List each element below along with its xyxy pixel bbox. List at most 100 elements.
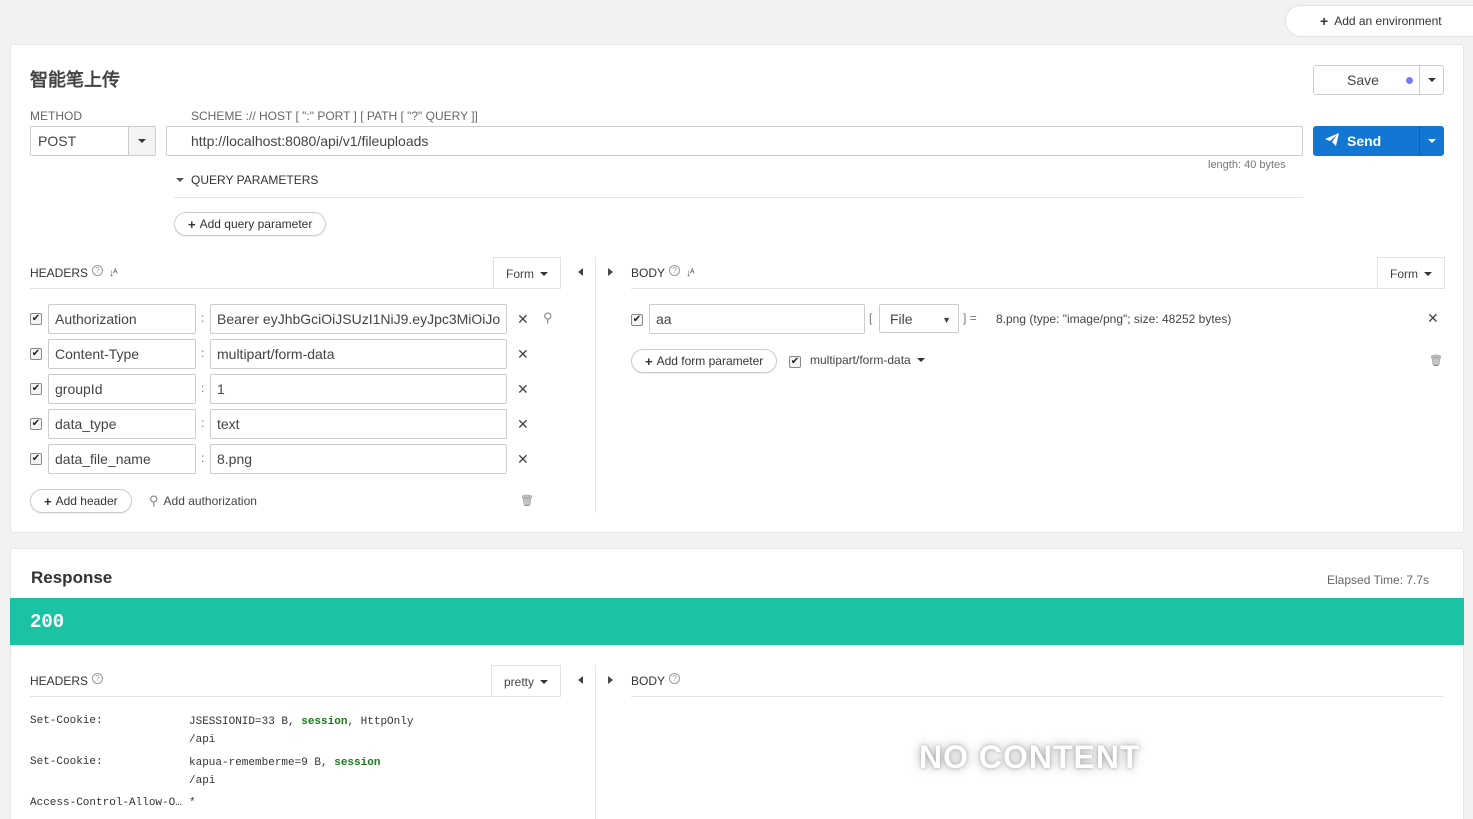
header-value-input[interactable]: multipart/form-data (210, 339, 507, 369)
body-param-key-input[interactable]: aa (649, 304, 865, 334)
header-value-tail: , HttpOnly (347, 716, 414, 728)
response-card (10, 548, 1464, 819)
header-key-input[interactable]: groupId (48, 374, 196, 404)
response-header-path: /api (189, 775, 216, 787)
url-input[interactable] (166, 126, 1303, 156)
send-dropdown-button[interactable] (1419, 126, 1444, 156)
caret-down-icon (540, 271, 548, 276)
header-enabled-checkbox[interactable]: ✔ (30, 383, 42, 395)
sort-icon[interactable]: ↓ᴬ (109, 268, 117, 279)
header-value-keyword: session (334, 757, 381, 769)
trash-icon[interactable]: 🗑 (1429, 354, 1443, 367)
colon-separator: : (201, 451, 205, 465)
add-form-parameter-label: Add form parameter (656, 354, 764, 368)
add-environment-label: Add an environment (1334, 14, 1442, 28)
multipart-checkbox[interactable]: ✔ (789, 356, 801, 368)
add-query-parameter-button[interactable]: + Add query parameter (174, 212, 327, 236)
header-value-input[interactable]: 8.png (210, 444, 507, 474)
add-authorization-link[interactable]: ⚲ Add authorization (149, 493, 257, 509)
panel-divider (595, 257, 596, 513)
body-param-type-value: File (890, 310, 913, 327)
arrow-right-icon[interactable] (608, 676, 613, 684)
header-value-keyword: session (301, 716, 348, 728)
request-title: 智能笔上传 (30, 70, 120, 90)
header-value-input[interactable]: Bearer eyJhbGciOiJSUzI1NiJ9.eyJpc3MiOiJo (210, 304, 507, 334)
open-bracket: [ (869, 311, 873, 325)
header-key-input[interactable]: Content-Type (48, 339, 196, 369)
query-parameters-toggle[interactable]: QUERY PARAMETERS (176, 173, 318, 187)
save-label: Save (1347, 72, 1379, 88)
response-headers-text: HEADERS (30, 674, 89, 688)
method-dropdown-toggle[interactable] (128, 127, 155, 155)
help-icon[interactable]: ? (92, 264, 104, 276)
elapsed-time: Elapsed Time: 7.7s (1327, 573, 1430, 587)
header-enabled-checkbox[interactable]: ✔ (30, 453, 42, 465)
divider (30, 696, 560, 697)
add-header-label: Add header (55, 494, 118, 508)
caret-down-icon (540, 679, 549, 684)
header-value-input[interactable]: 1 (210, 374, 507, 404)
help-icon[interactable]: ? (669, 672, 681, 684)
save-dropdown-button[interactable] (1419, 66, 1443, 94)
url-length: length: 40 bytes (1208, 159, 1286, 171)
header-key-input[interactable]: data_file_name (48, 444, 196, 474)
key-icon: ⚲ (149, 493, 159, 508)
save-button[interactable]: Save (1314, 66, 1419, 94)
arrow-left-icon[interactable] (578, 268, 583, 276)
caret-down-icon (1428, 139, 1436, 143)
close-icon[interactable]: ✕ (517, 346, 529, 363)
paper-plane-icon (1325, 133, 1339, 149)
key-icon[interactable]: ⚲ (543, 310, 553, 326)
save-button-group: Save (1313, 65, 1444, 95)
status-code: 200 (30, 610, 65, 633)
add-header-button[interactable]: + Add header (30, 489, 132, 513)
headers-section-label: HEADERS ? ↓ᴬ (30, 264, 117, 280)
add-environment-button[interactable]: + Add an environment (1285, 5, 1473, 37)
body-mode-dropdown[interactable]: Form (1377, 257, 1445, 289)
multipart-dropdown[interactable]: multipart/form-data (810, 353, 925, 367)
header-enabled-checkbox[interactable]: ✔ (30, 418, 42, 430)
add-authorization-label: Add authorization (163, 494, 257, 508)
response-header-value: JSESSIONID=33 B, session, HttpOnly (189, 716, 413, 728)
header-enabled-checkbox[interactable]: ✔ (30, 348, 42, 360)
arrow-left-icon[interactable] (578, 676, 583, 684)
status-bar: 200 (10, 598, 1464, 645)
method-label: METHOD (30, 109, 82, 123)
help-icon[interactable]: ? (92, 672, 104, 684)
close-icon[interactable]: ✕ (517, 451, 529, 468)
divider (631, 696, 1444, 697)
caret-down-icon (138, 139, 146, 143)
plus-icon: + (188, 216, 196, 232)
response-body-label: BODY ? (631, 672, 681, 688)
trash-icon[interactable]: 🗑 (520, 494, 534, 507)
body-section-label: BODY ? ↓ᴬ (631, 264, 694, 280)
header-key-input[interactable]: data_type (48, 409, 196, 439)
header-value-input[interactable]: text (210, 409, 507, 439)
response-headers-mode-dropdown[interactable]: pretty (491, 665, 562, 697)
caret-down-icon (916, 358, 925, 362)
unsaved-dot-icon (1406, 77, 1414, 84)
method-select[interactable]: POST (30, 126, 156, 156)
add-query-parameter-label: Add query parameter (199, 217, 313, 231)
help-icon[interactable]: ? (669, 264, 681, 276)
body-mode-label: Form (1390, 266, 1418, 281)
close-icon[interactable]: ✕ (517, 381, 529, 398)
close-icon[interactable]: ✕ (1427, 310, 1439, 327)
header-enabled-checkbox[interactable]: ✔ (30, 313, 42, 325)
header-key-input[interactable]: Authorization (48, 304, 196, 334)
close-icon[interactable]: ✕ (517, 311, 529, 328)
arrow-right-icon[interactable] (608, 268, 613, 276)
body-param-type-select[interactable]: File ▼ (879, 304, 959, 333)
body-param-enabled-checkbox[interactable]: ✔ (631, 314, 643, 326)
response-header-name: Set-Cookie: (30, 715, 103, 727)
headers-mode-dropdown[interactable]: Form (493, 257, 561, 289)
send-button[interactable]: Send (1313, 126, 1419, 156)
headers-mode-label: Form (506, 266, 534, 281)
header-value-text: JSESSIONID=33 B, (189, 716, 302, 728)
caret-down-icon (176, 178, 184, 182)
plus-icon: + (44, 493, 52, 509)
add-form-parameter-button[interactable]: + Add form parameter (631, 349, 778, 373)
close-icon[interactable]: ✕ (517, 416, 529, 433)
close-bracket: ] = (963, 311, 977, 325)
sort-icon[interactable]: ↓ᴬ (686, 268, 694, 279)
